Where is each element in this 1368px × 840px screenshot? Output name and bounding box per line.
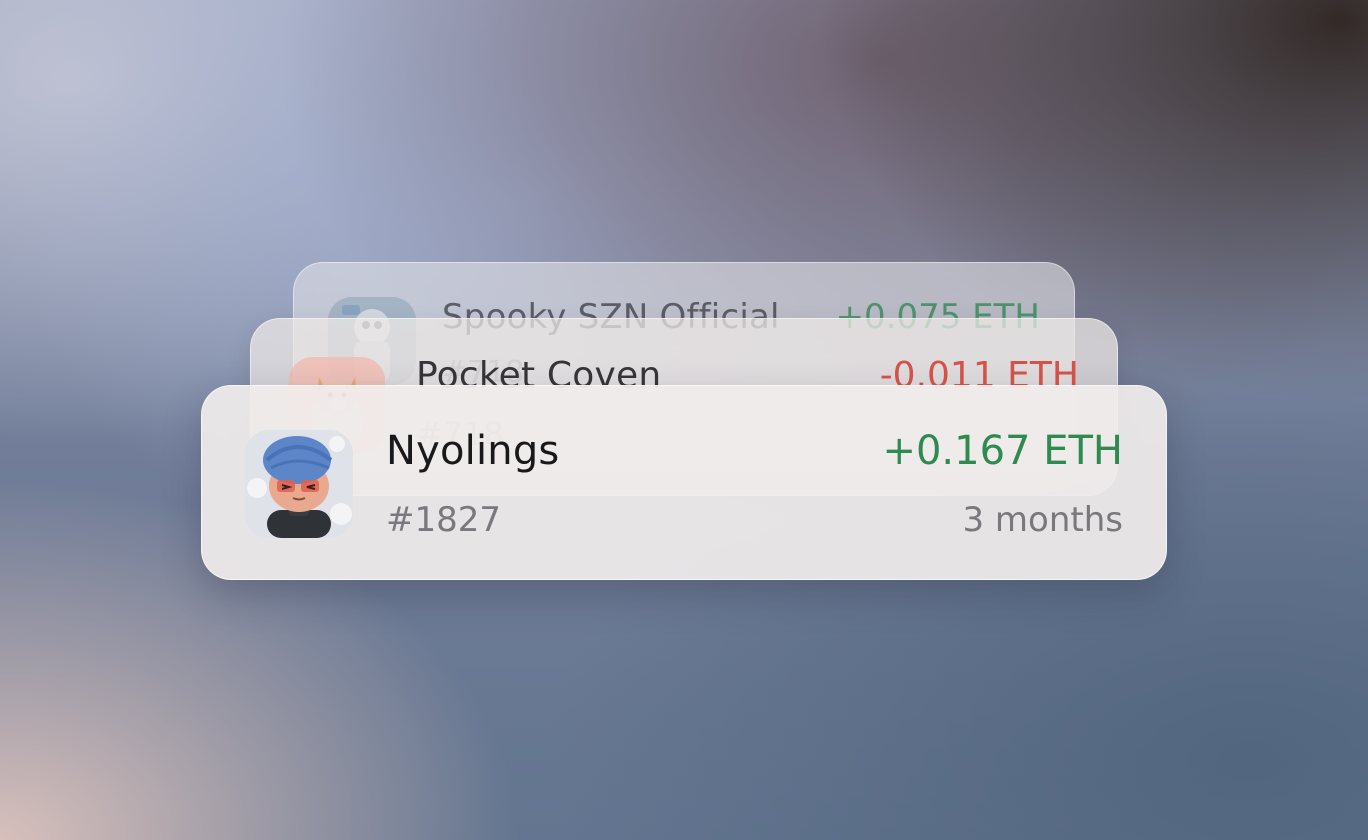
notification-card-nyolings[interactable]: Nyolings +0.167 ETH #1827 3 months [201, 385, 1167, 580]
collection-title: Nyolings [386, 428, 560, 474]
eth-amount: +0.167 ETH [882, 428, 1123, 474]
time-ago: 3 months [962, 500, 1123, 540]
token-id: #1827 [386, 500, 502, 540]
